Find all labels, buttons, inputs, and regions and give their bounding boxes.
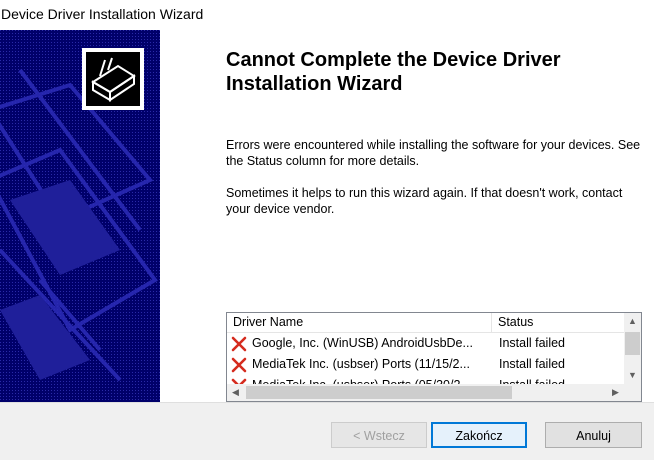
driver-name: MediaTek Inc. (usbser) Ports (11/15/2... bbox=[252, 357, 470, 371]
retry-hint: Sometimes it helps to run this wizard ag… bbox=[226, 186, 623, 216]
finish-button[interactable]: Zakończ bbox=[431, 422, 527, 448]
driver-status: Install failed bbox=[499, 357, 566, 371]
wizard-banner-graphic bbox=[0, 30, 160, 402]
hardware-icon bbox=[82, 48, 144, 110]
wizard-side-panel bbox=[0, 30, 160, 402]
error-x-icon bbox=[231, 336, 247, 352]
page-title: Cannot Complete the Device Driver Instal… bbox=[226, 49, 561, 95]
horizontal-scroll-thumb[interactable] bbox=[246, 386, 512, 399]
error-x-icon bbox=[231, 357, 247, 373]
vertical-scrollbar[interactable]: ▲ ▼ bbox=[624, 313, 641, 384]
horizontal-scrollbar[interactable]: ◀ ▶ bbox=[227, 384, 624, 401]
scroll-down-icon[interactable]: ▼ bbox=[624, 367, 641, 384]
button-bar: < Wstecz Zakończ Anuluj bbox=[0, 402, 654, 460]
driver-status: Install failed bbox=[499, 336, 566, 350]
driver-list-header: Driver Name Status bbox=[227, 313, 624, 333]
window-title: Device Driver Installation Wizard bbox=[1, 6, 204, 22]
column-header-status[interactable]: Status bbox=[492, 313, 624, 332]
driver-list[interactable]: Driver Name Status Google, Inc. (WinUSB)… bbox=[226, 312, 642, 402]
scroll-right-icon[interactable]: ▶ bbox=[607, 384, 624, 401]
list-item[interactable]: MediaTek Inc. (usbser) Ports (11/15/2...… bbox=[227, 354, 624, 375]
driver-name: Google, Inc. (WinUSB) AndroidUsbDe... bbox=[252, 336, 473, 350]
scroll-left-icon[interactable]: ◀ bbox=[227, 384, 244, 401]
scroll-up-icon[interactable]: ▲ bbox=[624, 313, 641, 330]
back-button[interactable]: < Wstecz bbox=[331, 422, 427, 448]
list-item[interactable]: Google, Inc. (WinUSB) AndroidUsbDe... In… bbox=[227, 333, 624, 354]
scrollbar-corner bbox=[624, 384, 641, 401]
title-bar: Device Driver Installation Wizard bbox=[0, 0, 654, 30]
column-header-driver-name[interactable]: Driver Name bbox=[227, 313, 492, 332]
vertical-scroll-thumb[interactable] bbox=[625, 332, 640, 355]
cancel-button[interactable]: Anuluj bbox=[545, 422, 642, 448]
error-description: Errors were encountered while installing… bbox=[226, 138, 641, 168]
